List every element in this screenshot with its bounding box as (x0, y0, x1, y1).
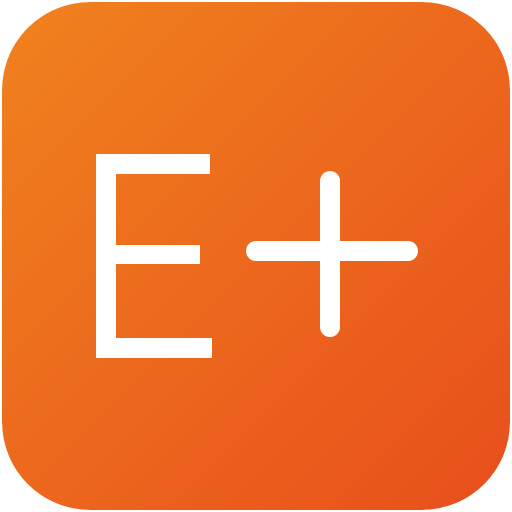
app-icon[interactable] (2, 2, 510, 510)
app-icon-graphic (2, 2, 510, 510)
